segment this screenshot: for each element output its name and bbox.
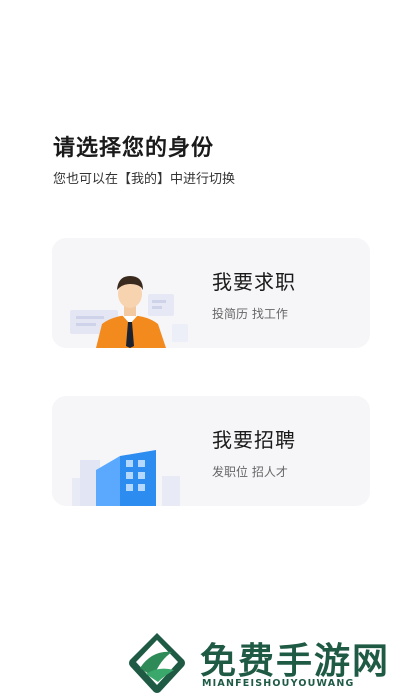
employer-option-card[interactable]: 我要招聘 发职位 招人才 xyxy=(52,396,370,506)
job-seeker-title: 我要求职 xyxy=(212,270,296,294)
job-seeker-illustration-icon xyxy=(70,276,188,348)
company-building-illustration-icon xyxy=(72,450,180,506)
leaf-logo-icon xyxy=(129,633,185,693)
watermark-subtitle: MIANFEISHOUYOUWANG xyxy=(202,678,355,689)
job-seeker-subtitle: 投简历 找工作 xyxy=(212,307,288,321)
page-title: 请选择您的身份 xyxy=(53,136,215,161)
employer-title: 我要招聘 xyxy=(212,428,296,452)
site-watermark: 免费手游网 MIANFEISHOUYOUWANG xyxy=(120,628,410,696)
job-seeker-option-card[interactable]: 我要求职 投简历 找工作 xyxy=(52,238,370,348)
page-subtitle: 您也可以在【我的】中进行切换 xyxy=(53,172,236,187)
watermark-title: 免费手游网 xyxy=(200,641,391,682)
employer-subtitle: 发职位 招人才 xyxy=(212,465,288,479)
